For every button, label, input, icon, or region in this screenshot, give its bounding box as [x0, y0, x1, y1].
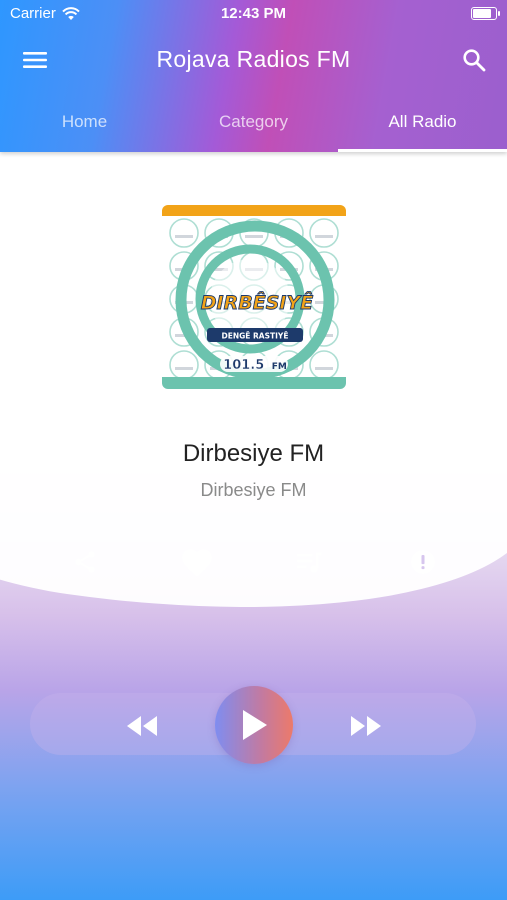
station-title: Dirbesiye FM: [182, 440, 325, 467]
heart-icon: [182, 549, 212, 577]
share-button[interactable]: [63, 540, 107, 584]
playlist-button[interactable]: [288, 540, 332, 584]
app-title: Rojava Radios FM: [156, 46, 351, 72]
action-row: [0, 540, 507, 584]
info-button[interactable]: [401, 540, 445, 584]
pattern-bar: [175, 367, 193, 370]
play-icon: [243, 710, 267, 740]
favorite-button[interactable]: [175, 540, 219, 584]
next-button[interactable]: [344, 706, 388, 746]
playlist-icon: [297, 552, 322, 573]
pattern-bar: [245, 235, 263, 238]
artwork-brand: DIRBÊSIYÊ: [201, 291, 313, 314]
tab-home[interactable]: Home: [0, 92, 169, 152]
header: Carrier 12:43 PM Rojava Radios FM Home C…: [0, 0, 507, 152]
app-bar: Rojava Radios FM: [0, 28, 507, 92]
tab-all-radio[interactable]: All Radio: [338, 92, 507, 152]
status-bar: Carrier 12:43 PM: [0, 0, 507, 28]
station-artwork: DIRBÊSIYÊ DENGÊ RASTIYÊ 101.5 FM: [162, 205, 346, 389]
battery-icon: [471, 7, 500, 20]
tab-bar: Home Category All Radio: [0, 92, 507, 152]
pattern-bar: [315, 235, 333, 238]
search-icon: [463, 49, 486, 72]
rewind-icon: [127, 716, 157, 736]
pattern-bar: [315, 367, 333, 370]
info-icon: [411, 550, 435, 574]
share-icon: [75, 551, 95, 573]
previous-button[interactable]: [120, 706, 164, 746]
search-button[interactable]: [455, 44, 493, 76]
battery-fill: [473, 9, 492, 18]
artwork-slogan: DENGÊ RASTIYÊ: [222, 332, 289, 341]
tab-category[interactable]: Category: [169, 92, 338, 152]
status-time: 12:43 PM: [220, 5, 287, 22]
app-screen: Carrier 12:43 PM Rojava Radios FM Home C…: [0, 0, 507, 900]
station-subtitle: Dirbesiye FM: [200, 480, 307, 500]
fast-forward-icon: [351, 716, 381, 736]
artwork-frequency: 101.5: [223, 358, 264, 373]
artwork-unit: FM: [272, 362, 287, 372]
pattern-bar: [175, 235, 193, 238]
play-button[interactable]: [215, 686, 293, 764]
